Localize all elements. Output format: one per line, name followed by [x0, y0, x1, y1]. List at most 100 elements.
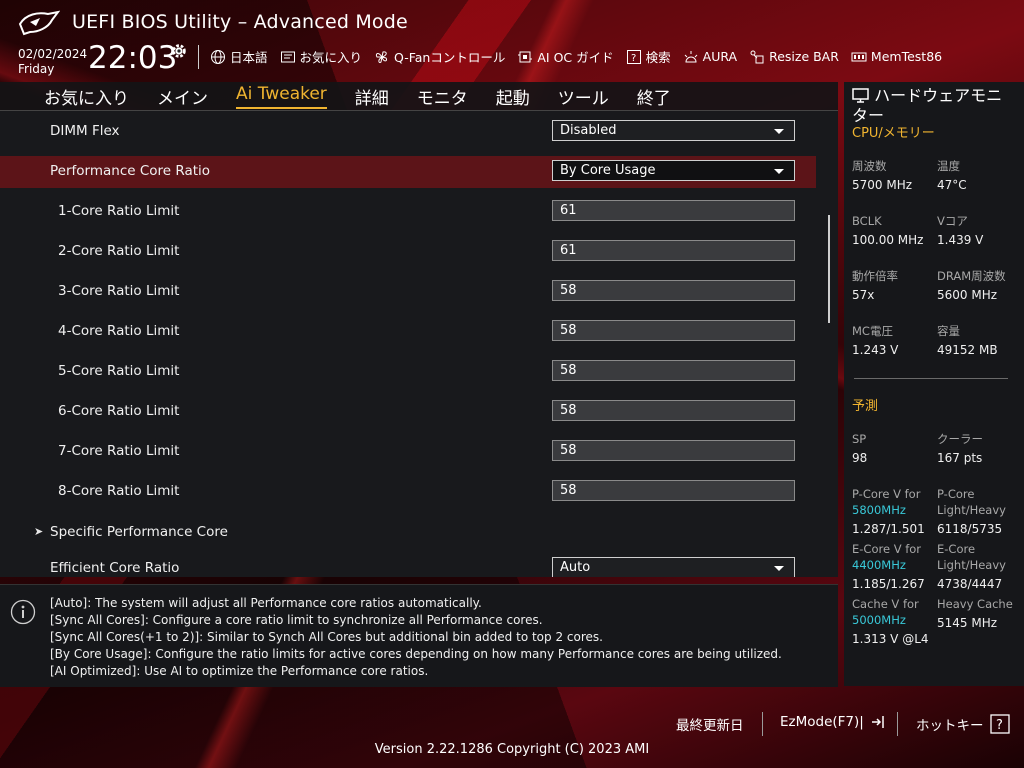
submenu-specific-performance-core[interactable]: ➤ Specific Performance Core	[0, 517, 816, 549]
day-text: Friday	[18, 62, 55, 76]
ezmode-button[interactable]: EzMode(F7)|	[780, 714, 886, 730]
sp-value: 98	[852, 451, 868, 465]
setting-2-core-ratio[interactable]: 2-Core Ratio Limit 61	[0, 236, 816, 268]
3-core-ratio-input[interactable]: 58	[552, 280, 795, 301]
memtest-button[interactable]: MemTest86	[851, 47, 942, 66]
1-core-ratio-input[interactable]: 61	[552, 200, 795, 221]
header-divider	[198, 45, 199, 69]
setting-8-core-ratio[interactable]: 8-Core Ratio Limit 58	[0, 476, 816, 508]
setting-1-core-ratio[interactable]: 1-Core Ratio Limit 61	[0, 196, 816, 228]
setting-label: Efficient Core Ratio	[50, 560, 180, 576]
cache-v-label: Cache V for 5000MHz	[852, 596, 919, 628]
help-icon: ?	[989, 714, 1010, 734]
submenu-label: Specific Performance Core	[50, 524, 228, 540]
chevron-down-icon	[774, 129, 784, 134]
hotkeys-button[interactable]: ホットキー ?	[916, 714, 1010, 734]
tab-advanced[interactable]: 詳細	[355, 84, 389, 109]
heavy-cache-value: 5145 MHz	[937, 616, 998, 630]
scrollbar[interactable]	[828, 215, 830, 323]
setting-5-core-ratio[interactable]: 5-Core Ratio Limit 58	[0, 356, 816, 388]
setting-3-core-ratio[interactable]: 3-Core Ratio Limit 58	[0, 276, 816, 308]
tab-monitor[interactable]: モニタ	[417, 84, 468, 109]
date-display: 02/02/2024 Friday	[18, 47, 87, 77]
temp-value: 47°C	[937, 178, 967, 192]
tab-exit[interactable]: 終了	[637, 84, 671, 109]
resize-bar-button[interactable]: Resize BAR	[749, 47, 839, 66]
dram-value: 5600 MHz	[937, 288, 998, 302]
ratio-label: 動作倍率	[852, 269, 898, 283]
setting-7-core-ratio[interactable]: 7-Core Ratio Limit 58	[0, 436, 816, 468]
help-panel: [Auto]: The system will adjust all Perfo…	[0, 584, 838, 687]
search-button[interactable]: ? 検索	[626, 47, 671, 66]
exit-arrow-icon	[871, 716, 884, 728]
setting-6-core-ratio[interactable]: 6-Core Ratio Limit 58	[0, 396, 816, 428]
tab-main[interactable]: メイン	[157, 84, 208, 109]
resize-bar-label: Resize BAR	[769, 49, 839, 64]
language-button[interactable]: 日本語	[210, 47, 268, 66]
select-value: By Core Usage	[560, 163, 656, 178]
ecore-v-label: E-Core V for 4400MHz	[852, 541, 921, 573]
bclk-value: 100.00 MHz	[852, 233, 924, 247]
resize-bar-icon	[750, 50, 764, 63]
aura-label: AURA	[702, 49, 738, 64]
setting-label: Performance Core Ratio	[50, 163, 211, 179]
setting-label: 5-Core Ratio Limit	[58, 363, 180, 379]
chevron-right-icon: ➤	[34, 525, 44, 538]
qfan-button[interactable]: Q-Fanコントロール	[374, 47, 505, 66]
heavy-cache-label: Heavy Cache	[937, 597, 1013, 611]
freq-label: 周波数	[852, 159, 887, 173]
help-line: [Auto]: The system will adjust all Perfo…	[50, 596, 482, 610]
app-title: UEFI BIOS Utility – Advanced Mode	[72, 11, 408, 33]
help-text: [Auto]: The system will adjust all Perfo…	[50, 595, 782, 680]
gear-icon[interactable]	[170, 42, 188, 60]
setting-label: 6-Core Ratio Limit	[58, 403, 180, 419]
freq-value: 5700 MHz	[852, 178, 913, 192]
4-core-ratio-input[interactable]: 58	[552, 320, 795, 341]
setting-label: 8-Core Ratio Limit	[58, 483, 180, 499]
favorites-button[interactable]: お気に入り	[280, 47, 362, 66]
hotkeys-label: ホットキー	[916, 718, 984, 734]
8-core-ratio-input[interactable]: 58	[552, 480, 795, 501]
main-tab-bar: お気に入り メイン Ai Tweaker 詳細 モニタ 起動 ツール 終了	[0, 82, 838, 111]
chevron-down-icon	[774, 566, 784, 571]
tab-favorites[interactable]: お気に入り	[44, 84, 129, 109]
language-label: 日本語	[230, 50, 268, 65]
setting-label: 2-Core Ratio Limit	[58, 243, 180, 259]
tab-ai-tweaker[interactable]: Ai Tweaker	[236, 84, 327, 109]
setting-dimm-flex[interactable]: DIMM Flex Disabled	[0, 116, 816, 148]
efficient-core-ratio-select[interactable]: Auto	[552, 557, 795, 577]
svg-text:?: ?	[631, 53, 636, 64]
ratio-value: 57x	[852, 288, 875, 302]
memtest-icon	[851, 52, 867, 61]
select-value: Disabled	[560, 123, 617, 138]
globe-icon	[211, 49, 225, 64]
setting-efficient-core-ratio[interactable]: Efficient Core Ratio Auto	[0, 553, 816, 577]
setting-performance-core-ratio[interactable]: Performance Core Ratio By Core Usage	[0, 156, 816, 188]
7-core-ratio-input[interactable]: 58	[552, 440, 795, 461]
performance-core-ratio-select[interactable]: By Core Usage	[552, 160, 795, 181]
capacity-value: 49152 MB	[937, 343, 998, 357]
ai-oc-guide-button[interactable]: AI OC ガイド	[517, 47, 614, 66]
ai-oc-icon	[518, 51, 533, 62]
ai-oc-label: AI OC ガイド	[537, 50, 614, 65]
ecore-lh-label: E-Core Light/Heavy	[937, 542, 1006, 572]
cooler-label: クーラー	[937, 432, 983, 446]
monitor-icon	[852, 88, 869, 103]
fan-icon	[375, 50, 388, 63]
5-core-ratio-input[interactable]: 58	[552, 360, 795, 381]
aura-button[interactable]: AURA	[683, 47, 737, 66]
setting-4-core-ratio[interactable]: 4-Core Ratio Limit 58	[0, 316, 816, 348]
setting-label: 7-Core Ratio Limit	[58, 443, 180, 459]
pcore-v-value: 1.287/1.501	[852, 522, 925, 536]
tab-boot[interactable]: 起動	[496, 84, 530, 109]
hardware-monitor-panel: ハードウェアモニター CPU/メモリー 周波数 温度 5700 MHz 47°C…	[844, 82, 1024, 686]
rog-logo-icon	[18, 10, 60, 36]
dimm-flex-select[interactable]: Disabled	[552, 120, 795, 141]
last-modified-button[interactable]: 最終更新日	[676, 714, 744, 734]
cooler-value: 167 pts	[937, 451, 983, 465]
tab-tool[interactable]: ツール	[558, 84, 609, 109]
ecore-v-freq: 4400MHz	[852, 558, 906, 572]
favorites-icon	[280, 51, 295, 62]
2-core-ratio-input[interactable]: 61	[552, 240, 795, 261]
6-core-ratio-input[interactable]: 58	[552, 400, 795, 421]
